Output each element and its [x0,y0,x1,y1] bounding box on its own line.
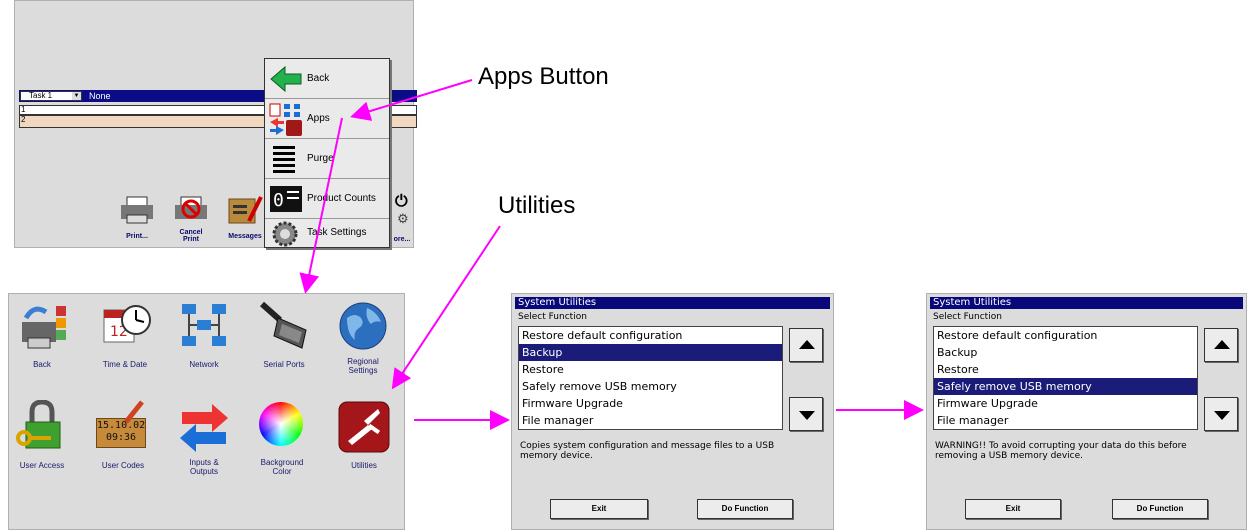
arrow-to-apps [350,79,473,121]
arrow-to-utilities [391,225,501,390]
arrow-apps-to-screen [299,117,343,294]
annotation-arrows [299,79,924,430]
